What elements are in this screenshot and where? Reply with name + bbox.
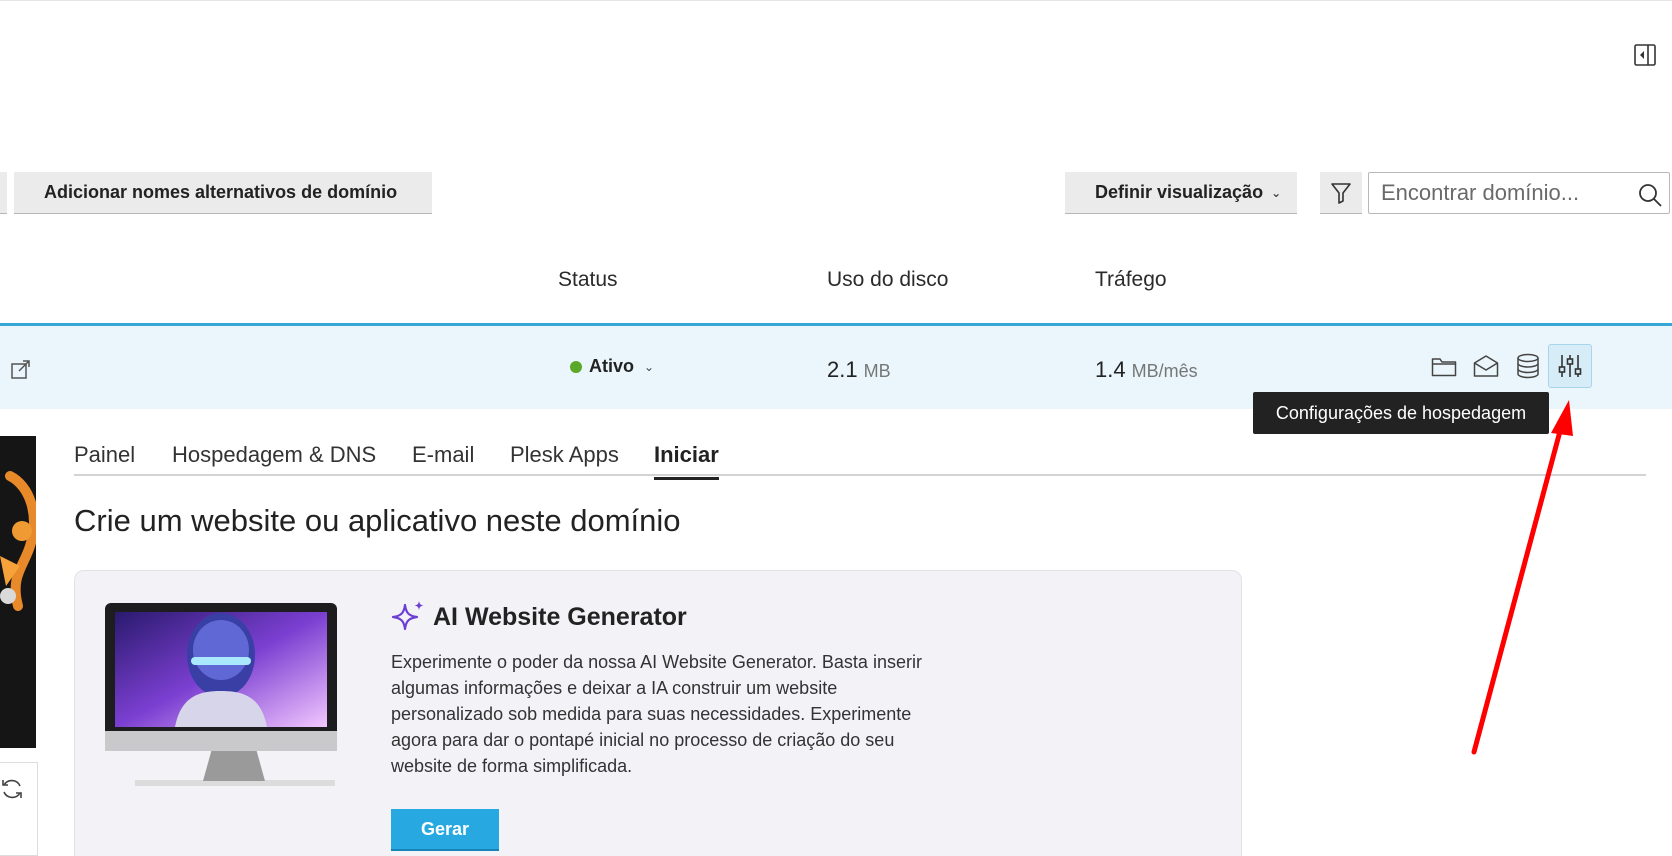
- set-view-button[interactable]: Definir visualização ⌄: [1065, 172, 1297, 214]
- databases-button[interactable]: [1506, 344, 1550, 388]
- column-header-traffic[interactable]: Tráfego: [1095, 268, 1167, 292]
- hosting-settings-button[interactable]: [1548, 344, 1592, 388]
- status-dot: [570, 360, 582, 373]
- status-dropdown[interactable]: Ativo ⌄: [570, 356, 654, 377]
- disk-unit: MB: [863, 361, 891, 381]
- filter-icon: [1331, 182, 1351, 204]
- generate-button[interactable]: Gerar: [391, 809, 499, 851]
- sparkle-icon: [391, 601, 424, 631]
- traffic-number: 1.4: [1095, 357, 1126, 382]
- search-icon[interactable]: [1637, 182, 1663, 208]
- database-icon: [1517, 353, 1539, 379]
- traffic-value: 1.4 MB/mês: [1095, 357, 1198, 383]
- ai-card-title: AI Website Generator: [433, 602, 687, 631]
- tab-iniciar[interactable]: Iniciar: [654, 442, 719, 480]
- set-view-label: Definir visualização: [1095, 182, 1264, 202]
- tab-painel[interactable]: Painel: [74, 442, 135, 468]
- mail-icon: [1473, 355, 1499, 377]
- tab-plesk-apps[interactable]: Plesk Apps: [510, 442, 619, 468]
- sliders-icon: [1558, 355, 1582, 377]
- section-title: Crie um website ou aplicativo neste domí…: [74, 503, 681, 538]
- partial-toolbar-button[interactable]: [0, 172, 7, 214]
- filter-button[interactable]: [1320, 172, 1362, 214]
- traffic-unit: MB/mês: [1131, 361, 1198, 381]
- top-divider: [0, 0, 1672, 1]
- file-manager-button[interactable]: [1422, 344, 1466, 388]
- chevron-down-icon: ⌄: [644, 359, 655, 374]
- preview-card: [0, 762, 38, 856]
- folder-icon: [1431, 358, 1457, 377]
- panel-toggle-icon[interactable]: [1634, 44, 1656, 66]
- refresh-icon[interactable]: [0, 777, 24, 801]
- domain-search: [1368, 172, 1670, 214]
- tab-hosting-dns[interactable]: Hospedagem & DNS: [172, 442, 376, 468]
- chevron-down-icon: ⌄: [1271, 185, 1282, 200]
- ai-website-generator-card: AI Website Generator Experimente o poder…: [74, 570, 1242, 856]
- site-preview-thumbnail[interactable]: [0, 436, 36, 748]
- column-header-status[interactable]: Status: [558, 268, 618, 292]
- monitor-illustration: [105, 603, 337, 786]
- open-in-new-window-icon[interactable]: [10, 358, 32, 380]
- add-domain-aliases-label: Adicionar nomes alternativos de domínio: [44, 182, 398, 202]
- tab-email[interactable]: E-mail: [412, 442, 474, 468]
- ai-card-title-row: AI Website Generator: [391, 599, 687, 635]
- disk-usage-value: 2.1 MB: [827, 357, 891, 383]
- ai-card-description: Experimente o poder da nossa AI Website …: [391, 652, 922, 776]
- status-label: Ativo: [589, 356, 634, 376]
- add-domain-aliases-button[interactable]: Adicionar nomes alternativos de domínio: [14, 172, 432, 214]
- mail-button[interactable]: [1464, 344, 1508, 388]
- column-header-disk-usage[interactable]: Uso do disco: [827, 268, 948, 292]
- domain-tabs: Painel Hospedagem & DNS E-mail Plesk App…: [74, 438, 1646, 480]
- search-input[interactable]: [1381, 180, 1621, 206]
- hosting-settings-tooltip: Configurações de hospedagem: [1253, 392, 1549, 434]
- disk-value: 2.1: [827, 357, 858, 382]
